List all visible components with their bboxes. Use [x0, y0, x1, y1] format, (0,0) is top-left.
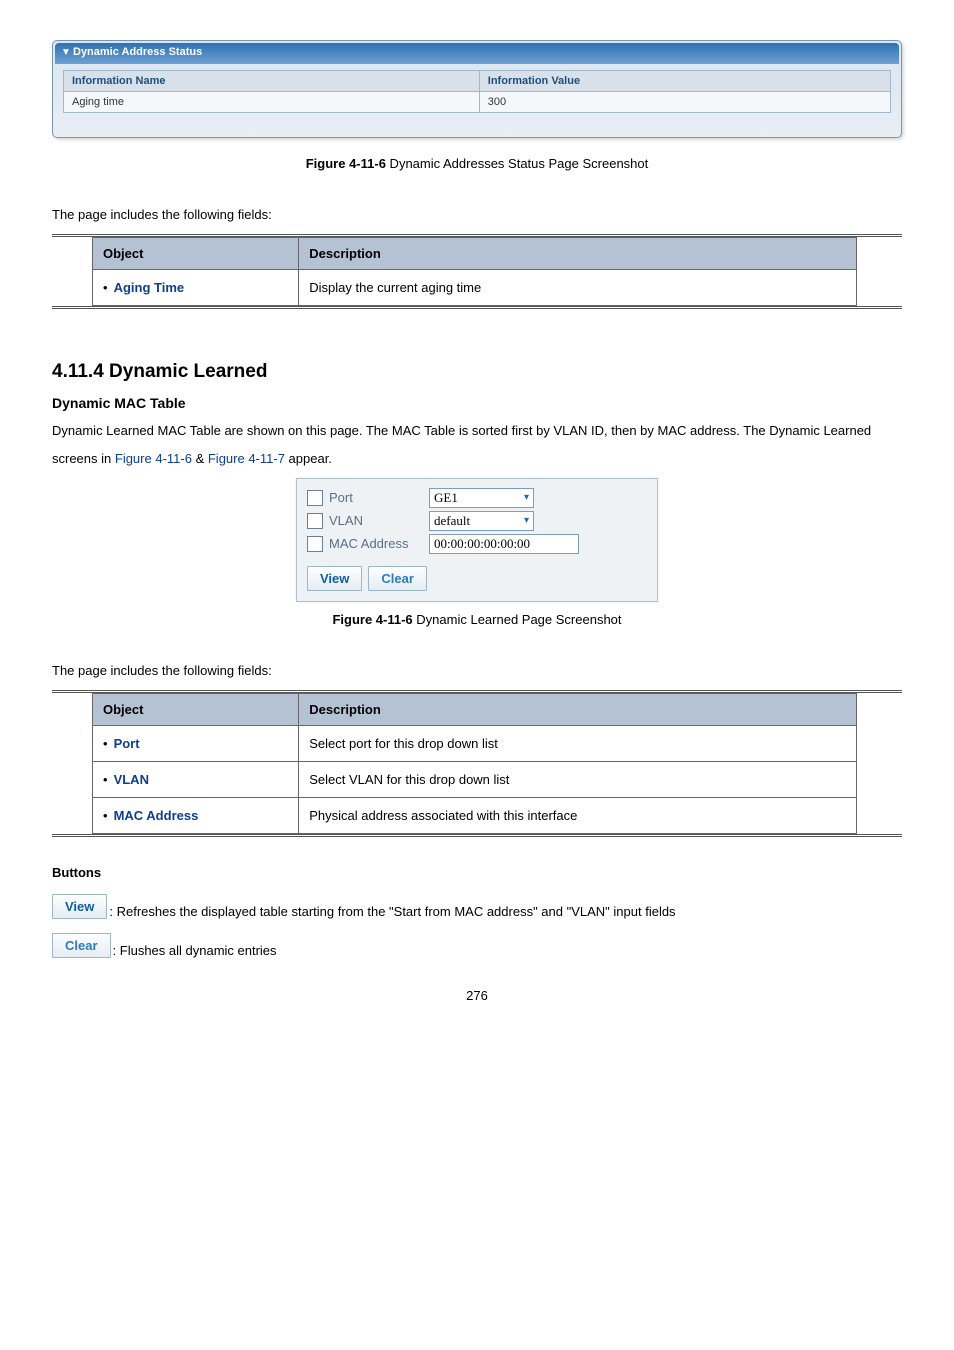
- port-label: Port: [329, 490, 429, 505]
- vlan-select-value: default: [434, 513, 470, 529]
- t1-h-desc: Description: [299, 238, 857, 270]
- filter-buttons: View Clear: [307, 566, 647, 591]
- para-1b: appear.: [285, 451, 332, 466]
- subsection-heading: Dynamic MAC Table: [52, 395, 902, 411]
- port-checkbox[interactable]: [307, 490, 323, 506]
- dynamic-learned-para: Dynamic Learned MAC Table are shown on t…: [52, 417, 902, 472]
- das-panel-body: Information Name Information Value Aging…: [63, 70, 891, 113]
- clear-button-doc[interactable]: Clear: [52, 933, 111, 958]
- clear-button-line: Clear : Flushes all dynamic entries: [52, 933, 902, 958]
- section-heading: 4.11.4 Dynamic Learned: [52, 361, 902, 383]
- clear-button-desc: : Flushes all dynamic entries: [113, 943, 277, 958]
- t2-obj-0: •Port: [93, 726, 299, 762]
- intro-text-1: The page includes the following fields:: [52, 201, 902, 228]
- filter-row-port: Port GE1 ▾: [307, 488, 647, 508]
- vlan-label: VLAN: [329, 513, 429, 528]
- mac-input[interactable]: 00:00:00:00:00:00: [429, 534, 579, 554]
- mac-checkbox[interactable]: [307, 536, 323, 552]
- vlan-checkbox[interactable]: [307, 513, 323, 529]
- vlan-select[interactable]: default ▾: [429, 511, 534, 531]
- port-select-value: GE1: [434, 490, 458, 506]
- t2-obj-2: •MAC Address: [93, 798, 299, 834]
- clear-button[interactable]: Clear: [368, 566, 427, 591]
- view-button-desc: : Refreshes the displayed table starting…: [109, 904, 675, 919]
- dynamic-address-status-panel: ▼ Dynamic Address Status Information Nam…: [52, 40, 902, 138]
- figure-caption-1-bold: Figure 4-11-6: [306, 156, 386, 171]
- para-amp: &: [192, 451, 208, 466]
- mac-label: MAC Address: [329, 536, 429, 551]
- t2-obj-2-label: MAC Address: [114, 808, 199, 823]
- buttons-heading: Buttons: [52, 865, 902, 880]
- view-button-line: View : Refreshes the displayed table sta…: [52, 894, 902, 919]
- t2-h-obj: Object: [93, 694, 299, 726]
- t2-h-desc: Description: [299, 694, 857, 726]
- filter-row-vlan: VLAN default ▾: [307, 511, 647, 531]
- intro-text-2: The page includes the following fields:: [52, 657, 902, 684]
- chevron-down-icon: ▾: [524, 515, 529, 526]
- t1-obj-0: •Aging Time: [93, 270, 299, 306]
- t1-desc-0: Display the current aging time: [299, 270, 857, 306]
- view-button-doc[interactable]: View: [52, 894, 107, 919]
- dynamic-learned-filter-panel: Port GE1 ▾ VLAN default ▾ MAC Address 00…: [296, 478, 658, 602]
- figure-caption-1-rest: Dynamic Addresses Status Page Screenshot: [386, 156, 648, 171]
- port-select[interactable]: GE1 ▾: [429, 488, 534, 508]
- td-info-value: 300: [479, 92, 890, 113]
- page-number: 276: [52, 988, 902, 1003]
- chevron-down-icon: ▾: [524, 492, 529, 503]
- das-panel-title: Dynamic Address Status: [73, 46, 202, 58]
- link-fig-4-11-7[interactable]: Figure 4-11-7: [208, 451, 285, 466]
- t1-obj-0-label: Aging Time: [114, 280, 185, 295]
- t2-desc-1: Select VLAN for this drop down list: [299, 762, 857, 798]
- th-info-name: Information Name: [64, 71, 480, 92]
- mac-input-value: 00:00:00:00:00:00: [434, 536, 530, 552]
- t2-desc-2: Physical address associated with this in…: [299, 798, 857, 834]
- t2-obj-1-label: VLAN: [114, 772, 149, 787]
- figure-caption-2-bold: Figure 4-11-6: [332, 612, 412, 627]
- das-panel-header: ▼ Dynamic Address Status: [55, 43, 899, 64]
- filter-row-mac: MAC Address 00:00:00:00:00:00: [307, 534, 647, 554]
- t1-h-obj: Object: [93, 238, 299, 270]
- das-info-table: Information Name Information Value Aging…: [63, 70, 891, 113]
- t2-obj-1: •VLAN: [93, 762, 299, 798]
- collapse-icon: ▼: [61, 47, 71, 58]
- th-info-value: Information Value: [479, 71, 890, 92]
- object-table-1: Object Description •Aging Time Display t…: [92, 237, 857, 306]
- object-table-2: Object Description •Port Select port for…: [92, 693, 857, 834]
- view-button[interactable]: View: [307, 566, 362, 591]
- t2-desc-0: Select port for this drop down list: [299, 726, 857, 762]
- figure-caption-2-rest: Dynamic Learned Page Screenshot: [413, 612, 622, 627]
- figure-caption-2: Figure 4-11-6 Dynamic Learned Page Scree…: [52, 612, 902, 627]
- figure-caption-1: Figure 4-11-6 Dynamic Addresses Status P…: [52, 156, 902, 171]
- link-fig-4-11-6[interactable]: Figure 4-11-6: [115, 451, 192, 466]
- td-info-name: Aging time: [64, 92, 480, 113]
- t2-obj-0-label: Port: [114, 736, 140, 751]
